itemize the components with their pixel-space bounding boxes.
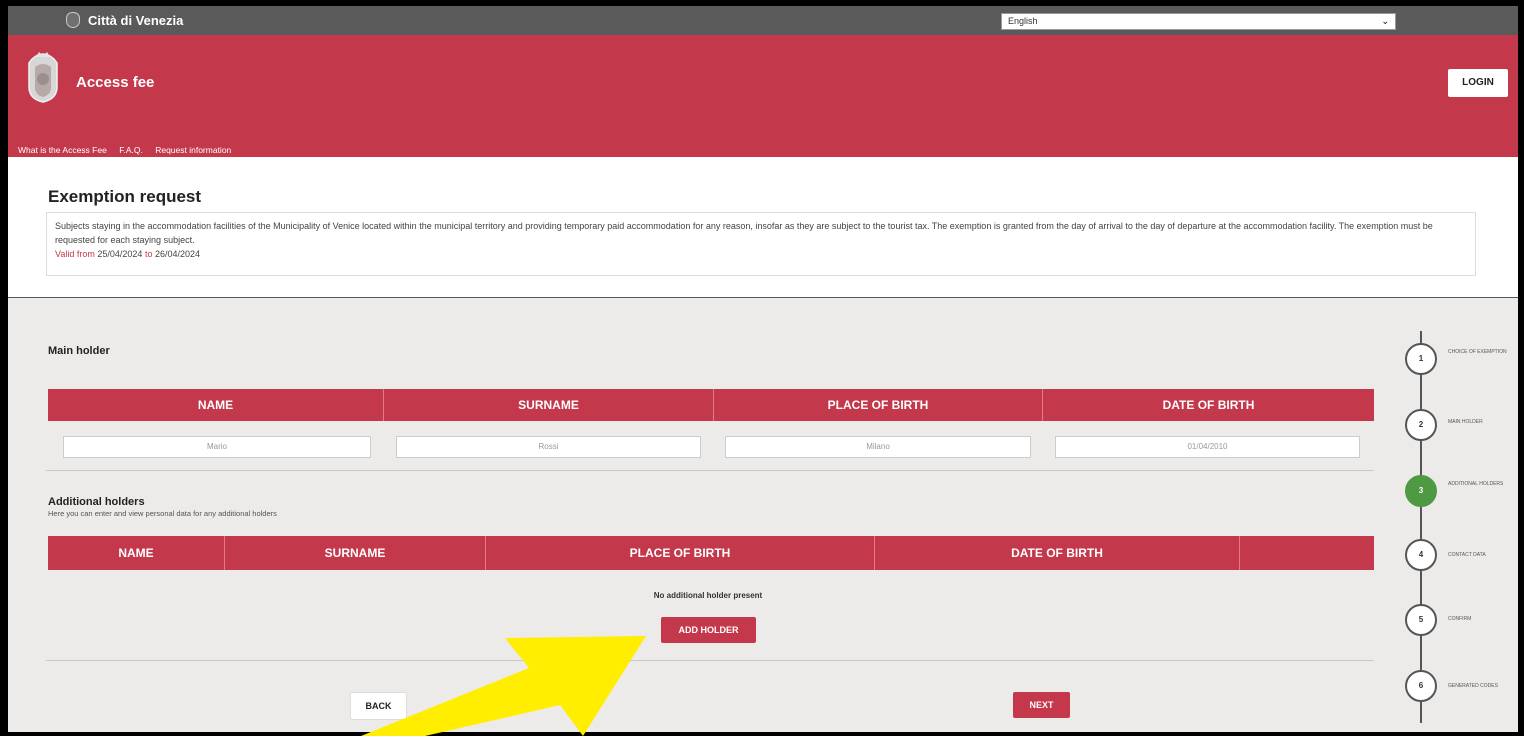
step-1[interactable]: 1 [1405, 343, 1437, 375]
site-title: Access fee [76, 74, 155, 91]
page-title: Exemption request [48, 187, 202, 206]
city-name: Città di Venezia [88, 13, 184, 28]
valid-to-label: to [144, 249, 153, 259]
step-2-label: MAIN HOLDER [1448, 419, 1483, 425]
step-5[interactable]: 5 [1405, 604, 1437, 636]
column-header-surname: SURNAME [384, 389, 714, 421]
city-crest-icon [66, 12, 80, 28]
column-header-date-of-birth: DATE OF BIRTH [1162, 398, 1255, 412]
step-1-label: CHOICE OF EXEMPTION [1448, 349, 1507, 355]
date-of-birth-field[interactable]: 01/04/2010 [1055, 436, 1360, 458]
login-button[interactable]: LOGIN [1448, 69, 1508, 97]
stepper-line [1420, 331, 1422, 723]
step-5-label: CONFIRM [1448, 616, 1472, 622]
step-3-active[interactable]: 3 [1405, 475, 1437, 507]
add-holder-button[interactable]: ADD HOLDER [661, 617, 756, 643]
name-field[interactable]: Mario [63, 436, 371, 458]
step-6-label: GENERATED CODES [1448, 683, 1498, 689]
validity-text: Valid from 25/04/2024 to 26/04/2024 [55, 249, 200, 259]
column-header-name: NAME [48, 389, 384, 421]
chevron-down-icon: ⌄ [1381, 16, 1389, 26]
empty-state-text: No additional holder present [653, 591, 763, 600]
top-bar: Città di Venezia English ⌄ [8, 6, 1518, 35]
main-holder-header: NAME SURNAME PLACE OF BIRTH DATE OF BIRT… [48, 389, 1374, 421]
back-button[interactable]: BACK [350, 692, 407, 720]
surname-field[interactable]: Rossi [396, 436, 701, 458]
column-header-date-of-birth: DATE OF BIRTH [875, 536, 1240, 570]
valid-from-label: Valid from [55, 249, 95, 259]
additional-holders-header: NAME SURNAME PLACE OF BIRTH DATE OF BIRT… [48, 536, 1374, 570]
description-box: Subjects staying in the accommodation fa… [46, 212, 1476, 276]
column-header-surname: SURNAME [225, 536, 486, 570]
column-header-place-of-birth: PLACE OF BIRTH [486, 536, 875, 570]
step-6[interactable]: 6 [1405, 670, 1437, 702]
step-2[interactable]: 2 [1405, 409, 1437, 441]
valid-to-date: 26/04/2024 [154, 249, 201, 259]
divider [46, 470, 1374, 471]
venice-crest-logo[interactable] [24, 49, 62, 103]
language-select[interactable]: English ⌄ [1001, 13, 1396, 30]
description-text: Subjects staying in the accommodation fa… [55, 221, 1433, 245]
column-header-place-of-birth: PLACE OF BIRTH [714, 389, 1043, 421]
main-holder-title: Main holder [48, 345, 110, 357]
additional-holders-title: Additional holders [48, 496, 145, 508]
main-nav: What is the Access Fee F.A.Q. Request in… [18, 145, 241, 155]
additional-holders-subtitle: Here you can enter and view personal dat… [48, 509, 277, 518]
language-value: English [1008, 16, 1038, 26]
valid-from-date: 25/04/2024 [97, 249, 143, 259]
step-4-label: CONTACT DATA [1448, 552, 1486, 558]
step-3-label: ADDITIONAL HOLDERS [1448, 481, 1504, 487]
column-header-name: NAME [48, 536, 225, 570]
nav-link-what-is[interactable]: What is the Access Fee [18, 145, 107, 155]
app-frame: Città di Venezia English ⌄ Access fee LO… [8, 6, 1518, 732]
column-header-actions [1240, 536, 1374, 570]
site-header: Access fee LOGIN What is the Access Fee … [8, 35, 1518, 157]
next-button[interactable]: NEXT [1013, 692, 1070, 718]
nav-link-request-info[interactable]: Request information [155, 145, 231, 155]
step-4[interactable]: 4 [1405, 539, 1437, 571]
intro-section: Exemption request Subjects staying in th… [8, 157, 1518, 298]
divider [46, 660, 1374, 661]
place-of-birth-field[interactable]: Milano [725, 436, 1031, 458]
nav-link-faq[interactable]: F.A.Q. [119, 145, 143, 155]
